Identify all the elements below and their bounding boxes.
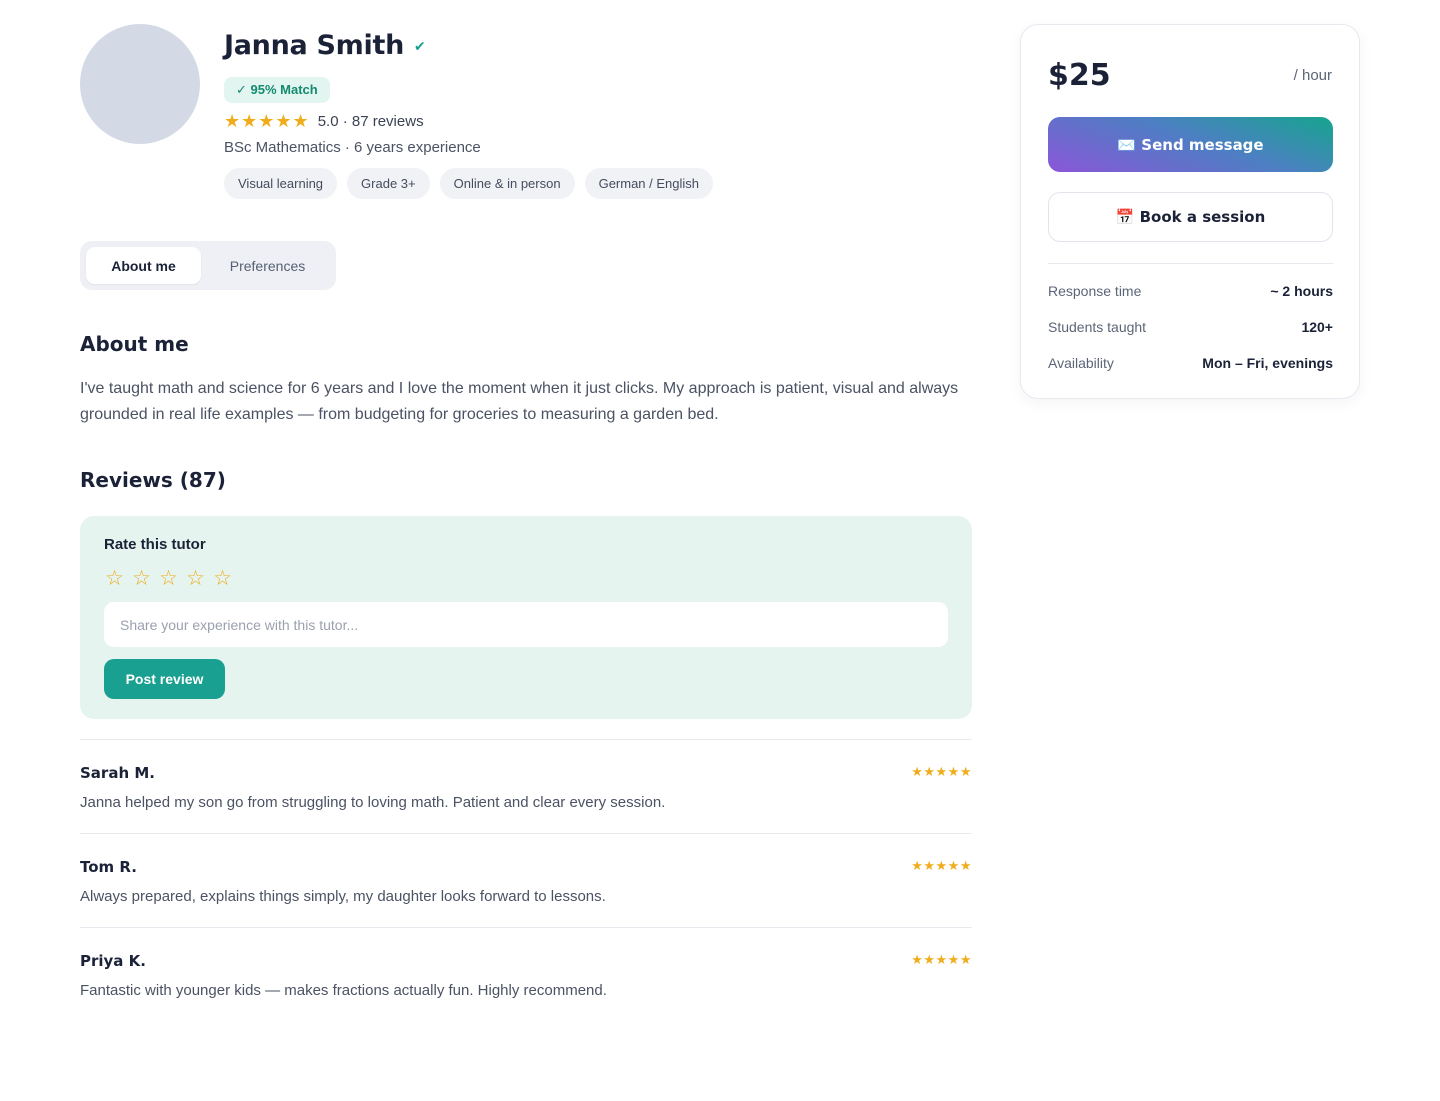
tutor-qualifications: BSc Mathematics · 6 years experience <box>224 139 481 156</box>
tab-preferences[interactable]: Preferences <box>205 247 330 284</box>
reviewer-name: Sarah M. <box>80 764 155 782</box>
stat-value: 120+ <box>1301 319 1333 335</box>
tutor-tags: Visual learning Grade 3+ Online & in per… <box>224 168 964 199</box>
card-divider <box>1048 263 1333 264</box>
rating-summary: 5.0 · 87 reviews <box>317 112 424 130</box>
stat-value: Mon – Fri, evenings <box>1202 355 1333 371</box>
review-input[interactable] <box>104 602 948 647</box>
review-item: Priya K. ★★★★★ Fantastic with younger ki… <box>80 927 972 1021</box>
rate-stars: ☆ ☆ ☆ ☆ ☆ <box>104 566 233 591</box>
rate-star-2-icon[interactable]: ☆ <box>131 566 152 591</box>
hourly-price: $25 <box>1048 58 1111 93</box>
booking-card: $25 / hour ✉️ Send message 📅 Book a sess… <box>1020 24 1360 399</box>
stat-label: Availability <box>1048 355 1114 371</box>
price-unit: / hour <box>1293 67 1332 84</box>
reviews-heading: Reviews (87) <box>80 468 226 492</box>
profile-tabs: About me Preferences <box>80 241 336 290</box>
review-item: Tom R. ★★★★★ Always prepared, explains t… <box>80 833 972 927</box>
stat-availability: Availability Mon – Fri, evenings <box>1048 355 1333 371</box>
tutor-avatar <box>80 24 200 144</box>
stat-value: ~ 2 hours <box>1270 283 1333 299</box>
about-heading: About me <box>80 332 189 356</box>
reviews-list: Sarah M. ★★★★★ Janna helped my son go fr… <box>80 739 972 1021</box>
rate-star-5-icon[interactable]: ☆ <box>212 566 233 591</box>
tag-chip: Grade 3+ <box>347 168 430 199</box>
tutor-name: Janna Smith <box>224 29 404 61</box>
rate-title: Rate this tutor <box>104 536 206 553</box>
review-stars-icon: ★★★★★ <box>911 858 972 873</box>
book-session-button[interactable]: 📅 Book a session <box>1048 192 1333 242</box>
send-message-button[interactable]: ✉️ Send message <box>1048 117 1333 172</box>
stat-label: Students taught <box>1048 319 1147 335</box>
about-text: I've taught math and science for 6 years… <box>80 380 959 423</box>
reviewer-name: Priya K. <box>80 952 146 970</box>
review-text: Janna helped my son go from struggling t… <box>80 794 666 811</box>
verified-check-icon: ✔ <box>414 37 426 54</box>
rating-stars-icon: ★★★★★ <box>224 110 310 131</box>
rate-star-3-icon[interactable]: ☆ <box>158 566 179 591</box>
review-stars-icon: ★★★★★ <box>911 952 972 967</box>
tab-about-me[interactable]: About me <box>86 247 201 284</box>
stat-students-taught: Students taught 120+ <box>1048 319 1333 335</box>
reviewer-name: Tom R. <box>80 858 137 876</box>
rate-star-1-icon[interactable]: ☆ <box>104 566 125 591</box>
match-badge: ✓ 95% Match <box>224 77 330 103</box>
tag-chip: German / English <box>584 168 714 199</box>
stat-response-time: Response time ~ 2 hours <box>1048 283 1333 299</box>
review-text: Always prepared, explains things simply,… <box>80 888 606 905</box>
review-text: Fantastic with younger kids — makes frac… <box>80 982 607 999</box>
rate-tutor-panel: Rate this tutor ☆ ☆ ☆ ☆ ☆ Post review <box>80 516 972 719</box>
review-item: Sarah M. ★★★★★ Janna helped my son go fr… <box>80 739 972 833</box>
tag-chip: Visual learning <box>224 168 338 199</box>
stat-label: Response time <box>1048 283 1142 299</box>
profile-header: Janna Smith ✔ ✓ 95% Match ★★★★★ 5.0 · 87… <box>224 28 964 199</box>
rate-star-4-icon[interactable]: ☆ <box>185 566 206 591</box>
review-stars-icon: ★★★★★ <box>911 764 972 779</box>
post-review-button[interactable]: Post review <box>104 659 225 699</box>
tag-chip: Online & in person <box>439 168 575 199</box>
